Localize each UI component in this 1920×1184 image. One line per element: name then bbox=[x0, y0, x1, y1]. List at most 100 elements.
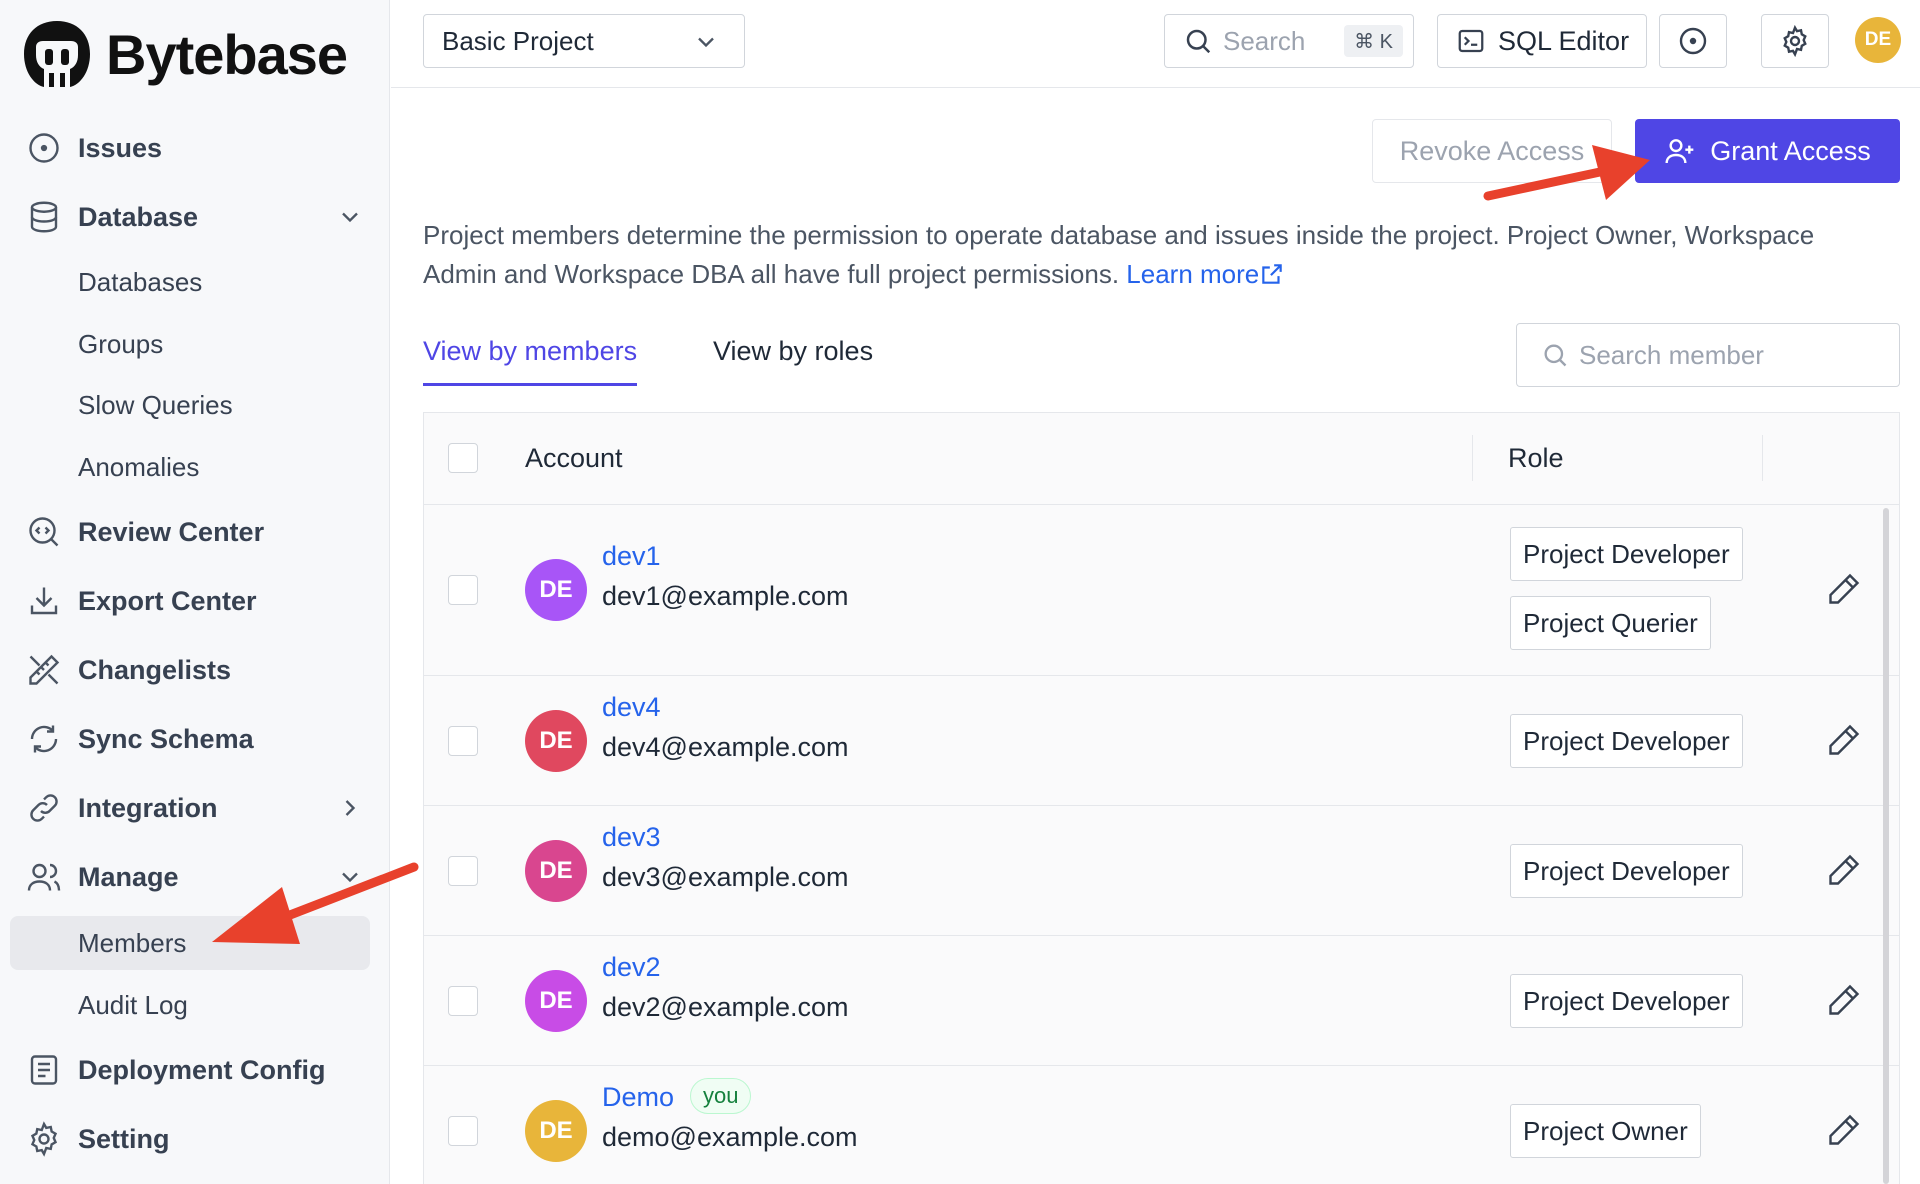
revoke-access-button[interactable]: Revoke Access bbox=[1372, 119, 1612, 183]
avatar: DE bbox=[525, 970, 587, 1032]
search-icon bbox=[1186, 29, 1211, 54]
sidebar-subitem-groups[interactable]: Groups bbox=[10, 317, 370, 371]
table-row: DE dev4 dev4@example.com Project Develop… bbox=[424, 676, 1899, 806]
pencil-icon[interactable] bbox=[1826, 982, 1862, 1018]
sidebar-item-deployment-config[interactable]: Deployment Config bbox=[24, 1044, 364, 1096]
avatar: DE bbox=[525, 840, 587, 902]
sidebar-item-label: Integration bbox=[78, 792, 218, 823]
sidebar-item-label: Issues bbox=[78, 132, 163, 163]
tab-view-by-roles[interactable]: View by roles bbox=[713, 336, 873, 386]
sidebar-item-changelists[interactable]: Changelists bbox=[24, 644, 364, 696]
brand-logo[interactable]: Bytebase bbox=[20, 16, 348, 92]
member-email: dev4@example.com bbox=[602, 732, 849, 762]
refresh-icon bbox=[24, 719, 64, 759]
learn-more-label: Learn more bbox=[1126, 259, 1260, 289]
avatar: DE bbox=[525, 710, 587, 772]
sidebar-subitem-databases[interactable]: Databases bbox=[10, 255, 370, 309]
members-table: Account Role DE dev1 dev1@example.com Pr… bbox=[423, 412, 1900, 1184]
sidebar-item-sync-schema[interactable]: Sync Schema bbox=[24, 713, 364, 765]
row-checkbox[interactable] bbox=[448, 726, 478, 756]
pencil-icon[interactable] bbox=[1826, 571, 1862, 607]
sidebar-item-label: Deployment Config bbox=[78, 1054, 326, 1085]
sidebar: Bytebase Issues Database Databases Group… bbox=[0, 0, 390, 1184]
user-avatar[interactable]: DE bbox=[1855, 17, 1901, 63]
avatar: DE bbox=[525, 559, 587, 621]
global-search[interactable]: Search ⌘ K bbox=[1164, 14, 1414, 68]
member-search-placeholder: Search member bbox=[1579, 339, 1764, 370]
table-scrollbar[interactable] bbox=[1883, 508, 1889, 1184]
table-row: DE dev3 dev3@example.com Project Develop… bbox=[424, 806, 1899, 936]
member-name-link[interactable]: dev4 bbox=[602, 692, 661, 723]
role-tag: Project Developer bbox=[1510, 974, 1743, 1028]
sidebar-subitem-slow-queries[interactable]: Slow Queries bbox=[10, 378, 370, 432]
search-shortcut: ⌘ K bbox=[1344, 25, 1403, 57]
project-select[interactable]: Basic Project bbox=[423, 14, 745, 68]
help-button[interactable] bbox=[1659, 14, 1727, 68]
external-link-icon bbox=[1262, 264, 1283, 284]
terminal-icon bbox=[1458, 29, 1484, 53]
sidebar-item-review-center[interactable]: Review Center bbox=[24, 506, 364, 558]
search-icon bbox=[1544, 344, 1567, 367]
member-name-link[interactable]: Demo bbox=[602, 1082, 674, 1113]
member-search-input[interactable]: Search member bbox=[1516, 323, 1900, 387]
add-user-icon bbox=[1665, 139, 1694, 164]
member-name-link[interactable]: dev3 bbox=[602, 822, 661, 853]
tab-view-by-members[interactable]: View by members bbox=[423, 336, 638, 386]
member-email: demo@example.com bbox=[602, 1122, 858, 1152]
row-checkbox[interactable] bbox=[448, 856, 478, 886]
learn-more-link[interactable]: Learn more bbox=[1126, 259, 1285, 289]
role-tag: Project Developer bbox=[1510, 527, 1743, 581]
sidebar-item-export-center[interactable]: Export Center bbox=[24, 575, 364, 627]
list-icon bbox=[24, 1050, 64, 1090]
member-name-link[interactable]: dev1 bbox=[602, 541, 661, 572]
sidebar-item-label: Sync Schema bbox=[78, 723, 254, 754]
role-tag: Project Developer bbox=[1510, 844, 1743, 898]
pencil-ruler-icon bbox=[24, 650, 64, 690]
pencil-icon[interactable] bbox=[1826, 1112, 1862, 1148]
row-checkbox[interactable] bbox=[448, 1116, 478, 1146]
sidebar-subitem-audit-log[interactable]: Audit Log bbox=[10, 978, 370, 1032]
settings-button[interactable] bbox=[1761, 14, 1829, 68]
sidebar-item-database[interactable]: Database bbox=[24, 191, 364, 243]
member-email: dev3@example.com bbox=[602, 862, 849, 892]
circle-dot-icon bbox=[24, 128, 64, 168]
row-checkbox[interactable] bbox=[448, 575, 478, 605]
sidebar-item-label: Changelists bbox=[78, 654, 232, 685]
sidebar-item-label: Setting bbox=[78, 1123, 170, 1154]
sidebar-item-label: Export Center bbox=[78, 585, 257, 616]
review-icon bbox=[24, 512, 64, 552]
sidebar-item-label: Review Center bbox=[78, 516, 265, 547]
table-header: Account Role bbox=[424, 413, 1899, 505]
sidebar-item-setting[interactable]: Setting bbox=[24, 1113, 364, 1165]
role-tag: Project Owner bbox=[1510, 1104, 1701, 1158]
column-divider bbox=[1762, 435, 1763, 481]
sql-editor-button[interactable]: SQL Editor bbox=[1437, 14, 1647, 68]
role-tag: Project Querier bbox=[1510, 596, 1711, 650]
sidebar-item-issues[interactable]: Issues bbox=[24, 122, 364, 174]
sidebar-item-manage[interactable]: Manage bbox=[24, 851, 364, 903]
sidebar-subitem-members[interactable]: Members bbox=[10, 916, 370, 970]
column-header-role: Role bbox=[1508, 443, 1564, 473]
grant-access-button[interactable]: Grant Access bbox=[1635, 119, 1900, 183]
member-name-link[interactable]: dev2 bbox=[602, 952, 661, 983]
sql-editor-label: SQL Editor bbox=[1498, 25, 1630, 56]
you-badge: you bbox=[690, 1078, 752, 1114]
sidebar-subitem-anomalies[interactable]: Anomalies bbox=[10, 440, 370, 494]
chevron-down-icon bbox=[342, 212, 358, 223]
row-checkbox[interactable] bbox=[448, 986, 478, 1016]
brand-name: Bytebase bbox=[106, 22, 348, 86]
column-divider bbox=[1472, 435, 1473, 481]
sidebar-item-integration[interactable]: Integration bbox=[24, 782, 364, 834]
chevron-right-icon bbox=[345, 800, 356, 816]
member-email: dev1@example.com bbox=[602, 581, 849, 611]
grant-access-label: Grant Access bbox=[1710, 135, 1871, 166]
column-header-account: Account bbox=[525, 443, 623, 473]
pencil-icon[interactable] bbox=[1826, 722, 1862, 758]
avatar: DE bbox=[525, 1100, 587, 1162]
member-email: dev2@example.com bbox=[602, 992, 849, 1022]
chevron-down-icon bbox=[698, 37, 714, 48]
sidebar-item-label: Manage bbox=[78, 861, 179, 892]
circle-dot-icon bbox=[1679, 27, 1707, 55]
select-all-checkbox[interactable] bbox=[448, 443, 478, 473]
pencil-icon[interactable] bbox=[1826, 852, 1862, 888]
